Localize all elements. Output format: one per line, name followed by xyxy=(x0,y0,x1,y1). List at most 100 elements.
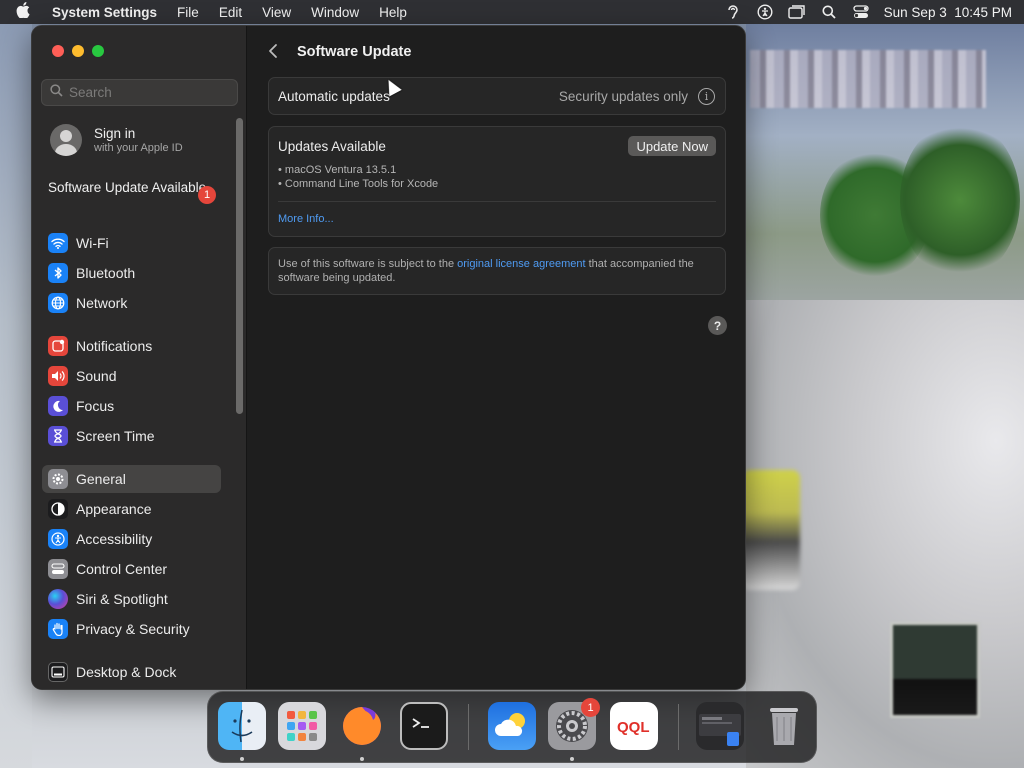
control-center-menu-icon[interactable] xyxy=(852,4,870,20)
signin-title: Sign in xyxy=(94,126,136,141)
menu-clock[interactable]: Sun Sep 3 10:45 PM xyxy=(884,5,1012,20)
launchpad-icon[interactable] xyxy=(278,702,326,750)
bluetooth-icon xyxy=(48,263,68,283)
sidebar-item-screen-time[interactable]: Screen Time xyxy=(42,422,221,450)
update-item: • macOS Ventura 13.5.1 xyxy=(278,164,397,176)
license-card: Use of this software is subject to the o… xyxy=(268,247,726,295)
apple-menu-icon[interactable] xyxy=(0,2,46,22)
more-info-link[interactable]: More Info... xyxy=(278,213,334,225)
menu-view[interactable]: View xyxy=(252,5,301,20)
sidebar-item-control-center[interactable]: Control Center xyxy=(42,555,221,583)
sidebar-item-label: Bluetooth xyxy=(76,265,136,281)
finder-icon[interactable] xyxy=(218,702,266,750)
accessibility-icon xyxy=(48,529,68,549)
sidebar-item-label: General xyxy=(76,471,126,487)
sidebar-item-label: Privacy & Security xyxy=(76,621,190,637)
automatic-updates-label: Automatic updates xyxy=(278,89,390,104)
sidebar-item-network[interactable]: Network xyxy=(42,289,221,317)
update-list: • macOS Ventura 13.5.1 • Command Line To… xyxy=(278,163,438,191)
wallpaper-sign xyxy=(890,622,980,718)
menu-app-name[interactable]: System Settings xyxy=(46,5,167,20)
accessibility-status-icon[interactable] xyxy=(756,4,774,20)
running-indicator xyxy=(360,757,364,761)
automatic-updates-row: Automatic updates Security updates only … xyxy=(268,77,726,115)
updates-available-card: Updates Available Update Now • macOS Ven… xyxy=(268,126,726,237)
updates-available-label: Updates Available xyxy=(278,139,386,154)
search-icon xyxy=(50,83,63,102)
close-window-button[interactable] xyxy=(52,45,64,57)
page-title: Software Update xyxy=(297,44,412,60)
terminal-icon[interactable] xyxy=(400,702,448,750)
menu-help[interactable]: Help xyxy=(369,5,417,20)
hourglass-icon xyxy=(48,426,68,446)
globe-icon xyxy=(48,293,68,313)
divider xyxy=(278,201,716,202)
sidebar-scrollbar[interactable] xyxy=(236,118,243,414)
sidebar-item-notifications[interactable]: Notifications xyxy=(42,332,221,360)
system-settings-badge: 1 xyxy=(581,698,600,717)
wallpaper-tree xyxy=(900,120,1020,280)
sidebar-item-label: Siri & Spotlight xyxy=(76,591,168,607)
sidebar-item-label: Network xyxy=(76,295,128,311)
system-settings-icon[interactable]: 1 xyxy=(548,698,600,750)
search-field[interactable] xyxy=(41,79,238,106)
minimize-window-button[interactable] xyxy=(72,45,84,57)
window-controls xyxy=(52,45,104,57)
gear-icon xyxy=(48,469,68,489)
sidebar-item-privacy-security[interactable]: Privacy & Security xyxy=(42,615,221,643)
apple-id-signin[interactable]: Sign in with your Apple ID xyxy=(50,124,183,156)
trash-icon[interactable] xyxy=(760,702,808,750)
wallpaper-left xyxy=(0,24,32,768)
sidebar-item-bluetooth[interactable]: Bluetooth xyxy=(42,259,221,287)
sidebar-item-sound[interactable]: Sound xyxy=(42,362,221,390)
help-button[interactable]: ? xyxy=(708,316,727,335)
qql-icon[interactable]: QQL xyxy=(610,702,658,750)
sidebar-item-label: Sound xyxy=(76,368,117,384)
update-now-button[interactable]: Update Now xyxy=(628,136,716,156)
info-icon[interactable]: i xyxy=(698,88,715,105)
dock: 1 QQL xyxy=(207,691,817,763)
sidebar: Sign in with your Apple ID Software Upda… xyxy=(32,26,247,689)
sidebar-item-general[interactable]: General xyxy=(42,465,221,493)
sidebar-item-siri-spotlight[interactable]: Siri & Spotlight xyxy=(42,585,221,613)
menu-window[interactable]: Window xyxy=(301,5,369,20)
search-input[interactable] xyxy=(69,85,229,100)
running-indicator xyxy=(240,757,244,761)
sidebar-item-wifi[interactable]: Wi-Fi xyxy=(42,229,221,257)
update-item: • Command Line Tools for Xcode xyxy=(278,178,439,190)
spotlight-search-icon[interactable] xyxy=(820,4,838,20)
software-update-badge: 1 xyxy=(198,186,216,204)
sidebar-item-label: Notifications xyxy=(76,338,153,354)
system-settings-window: Sign in with your Apple ID Software Upda… xyxy=(31,25,746,690)
menu-edit[interactable]: Edit xyxy=(209,5,252,20)
sidebar-item-focus[interactable]: Focus xyxy=(42,392,221,420)
sidebar-item-label: Desktop & Dock xyxy=(76,664,177,680)
menu-file[interactable]: File xyxy=(167,5,209,20)
sidebar-item-desktop-dock[interactable]: Desktop & Dock xyxy=(42,658,221,686)
firefox-icon[interactable] xyxy=(338,702,386,750)
weather-icon[interactable] xyxy=(488,702,536,750)
avatar xyxy=(50,124,82,156)
software-update-available-item[interactable]: Software Update Available xyxy=(48,180,218,196)
zoom-window-button[interactable] xyxy=(92,45,104,57)
appearance-icon xyxy=(48,499,68,519)
sidebar-item-accessibility[interactable]: Accessibility xyxy=(42,525,221,553)
license-agreement-link[interactable]: original license agreement xyxy=(457,258,585,270)
license-prefix: Use of this software is subject to the xyxy=(278,258,458,270)
screen-mirroring-icon[interactable] xyxy=(787,4,806,20)
sidebar-item-label: Control Center xyxy=(76,561,168,577)
hand-icon xyxy=(48,619,68,639)
sidebar-item-label: Accessibility xyxy=(76,531,153,547)
sidebar-item-label: Focus xyxy=(76,398,115,414)
license-text: Use of this software is subject to the o… xyxy=(278,257,718,285)
back-button[interactable] xyxy=(268,43,278,64)
sidebar-item-appearance[interactable]: Appearance xyxy=(42,495,221,523)
bell-icon xyxy=(48,336,68,356)
running-indicator xyxy=(570,757,574,761)
signin-subtitle: with your Apple ID xyxy=(94,142,183,154)
sidebar-item-label: Wi-Fi xyxy=(76,235,109,251)
sidebar-item-label: Appearance xyxy=(76,501,152,517)
wifi-icon xyxy=(48,233,68,253)
downloads-stack-icon[interactable] xyxy=(696,702,744,750)
hearing-icon[interactable] xyxy=(724,4,742,20)
